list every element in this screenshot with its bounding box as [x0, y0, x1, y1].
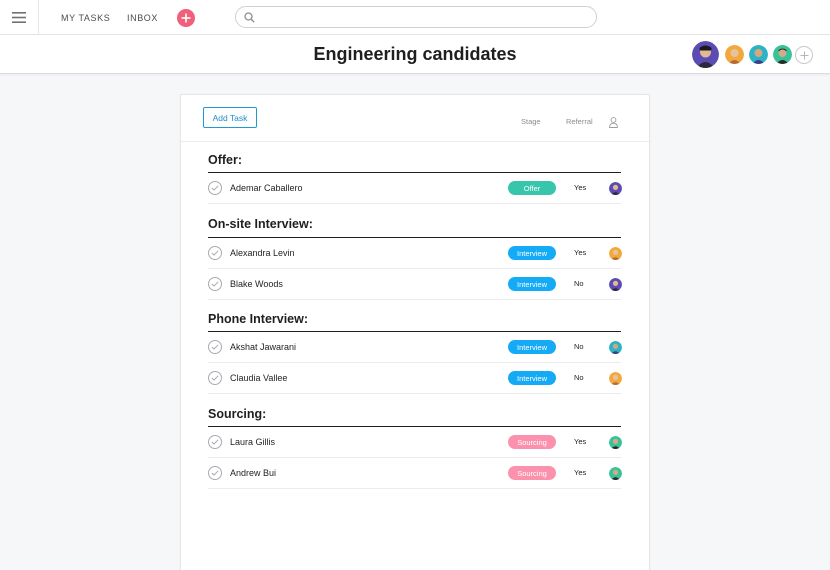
- project-header: Engineering candidates: [0, 35, 830, 74]
- top-bar: MY TASKS INBOX: [0, 0, 830, 35]
- avatar-green-icon: [609, 436, 622, 449]
- stage-badge[interactable]: Offer: [508, 181, 556, 195]
- column-header-referral[interactable]: Referral: [566, 117, 593, 126]
- stage-badge[interactable]: Interview: [508, 340, 556, 354]
- add-task-button[interactable]: Add Task: [203, 107, 257, 128]
- search-input[interactable]: [260, 9, 590, 25]
- add-member-button[interactable]: [795, 46, 813, 64]
- task-row[interactable]: Laura Gillis Sourcing Yes: [208, 427, 622, 458]
- task-row[interactable]: Alexandra Levin Interview Yes: [208, 238, 622, 269]
- assignee-avatar[interactable]: [609, 278, 622, 291]
- task-row[interactable]: Claudia Vallee Interview No: [208, 363, 622, 394]
- avatar-orange-icon: [609, 247, 622, 260]
- assignee-avatar[interactable]: [609, 467, 622, 480]
- member-avatar-4[interactable]: [773, 45, 792, 64]
- avatar-orange-icon: [609, 372, 622, 385]
- nav-my-tasks[interactable]: MY TASKS: [61, 13, 110, 23]
- section-title-sourcing: Sourcing:: [208, 407, 267, 421]
- task-name[interactable]: Claudia Vallee: [230, 373, 287, 383]
- complete-checkbox[interactable]: [208, 246, 222, 260]
- check-icon: [211, 439, 219, 445]
- task-row[interactable]: Akshat Jawarani Interview No: [208, 332, 622, 363]
- referral-value[interactable]: Yes: [574, 248, 586, 257]
- avatar-orange-icon: [725, 45, 744, 64]
- column-header-assignee[interactable]: [609, 115, 618, 133]
- check-icon: [211, 281, 219, 287]
- assignee-avatar[interactable]: [609, 436, 622, 449]
- task-name[interactable]: Alexandra Levin: [230, 248, 295, 258]
- stage-badge[interactable]: Interview: [508, 277, 556, 291]
- avatar-teal-icon: [609, 341, 622, 354]
- referral-value[interactable]: Yes: [574, 468, 586, 477]
- menu-toggle-button[interactable]: [0, 0, 39, 35]
- task-name[interactable]: Blake Woods: [230, 279, 283, 289]
- task-row[interactable]: Ademar Caballero Offer Yes: [208, 173, 622, 204]
- complete-checkbox[interactable]: [208, 181, 222, 195]
- search-icon: [244, 12, 255, 23]
- task-name[interactable]: Ademar Caballero: [230, 183, 303, 193]
- stage-badge[interactable]: Interview: [508, 246, 556, 260]
- nav-inbox[interactable]: INBOX: [127, 13, 158, 23]
- stage-badge[interactable]: Sourcing: [508, 466, 556, 480]
- avatar-green-icon: [773, 45, 792, 64]
- complete-checkbox[interactable]: [208, 466, 222, 480]
- task-name[interactable]: Laura Gillis: [230, 437, 275, 447]
- referral-value[interactable]: No: [574, 373, 584, 382]
- section-title-onsite-interview: On-site Interview:: [208, 217, 313, 231]
- member-avatar-1[interactable]: [692, 41, 719, 68]
- referral-value[interactable]: Yes: [574, 183, 586, 192]
- avatar-purple-icon: [692, 41, 719, 68]
- task-name[interactable]: Andrew Bui: [230, 468, 276, 478]
- plus-icon: [181, 13, 191, 23]
- task-row[interactable]: Blake Woods Interview No: [208, 269, 622, 300]
- member-avatar-2[interactable]: [725, 45, 744, 64]
- section-title-phone-interview: Phone Interview:: [208, 312, 309, 326]
- assignee-avatar[interactable]: [609, 182, 622, 195]
- search-bar[interactable]: [235, 6, 597, 28]
- avatar-green-icon: [609, 467, 622, 480]
- member-avatar-3[interactable]: [749, 45, 768, 64]
- assignee-avatar[interactable]: [609, 341, 622, 354]
- check-icon: [211, 344, 219, 350]
- referral-value[interactable]: No: [574, 342, 584, 351]
- referral-value[interactable]: No: [574, 279, 584, 288]
- section-title-offer: Offer:: [208, 153, 243, 167]
- list-toolbar: Add Task Stage Referral: [181, 95, 649, 142]
- complete-checkbox[interactable]: [208, 371, 222, 385]
- complete-checkbox[interactable]: [208, 340, 222, 354]
- avatar-teal-icon: [749, 45, 768, 64]
- check-icon: [211, 375, 219, 381]
- check-icon: [211, 470, 219, 476]
- task-list-card: Add Task Stage Referral Offer: Ademar Ca…: [181, 95, 649, 570]
- referral-value[interactable]: Yes: [574, 437, 586, 446]
- assignee-avatar[interactable]: [609, 247, 622, 260]
- task-name[interactable]: Akshat Jawarani: [230, 342, 296, 352]
- column-header-stage[interactable]: Stage: [521, 117, 541, 126]
- stage-badge[interactable]: Sourcing: [508, 435, 556, 449]
- task-row[interactable]: Andrew Bui Sourcing Yes: [208, 458, 622, 489]
- quick-add-button[interactable]: [177, 9, 195, 27]
- complete-checkbox[interactable]: [208, 435, 222, 449]
- stage-badge[interactable]: Interview: [508, 371, 556, 385]
- complete-checkbox[interactable]: [208, 277, 222, 291]
- avatar-purple-icon: [609, 182, 622, 195]
- avatar-purple-icon: [609, 278, 622, 291]
- check-icon: [211, 185, 219, 191]
- assignee-avatar[interactable]: [609, 372, 622, 385]
- check-icon: [211, 250, 219, 256]
- hamburger-icon: [12, 12, 26, 23]
- plus-icon: [800, 51, 808, 59]
- person-icon: [609, 117, 618, 128]
